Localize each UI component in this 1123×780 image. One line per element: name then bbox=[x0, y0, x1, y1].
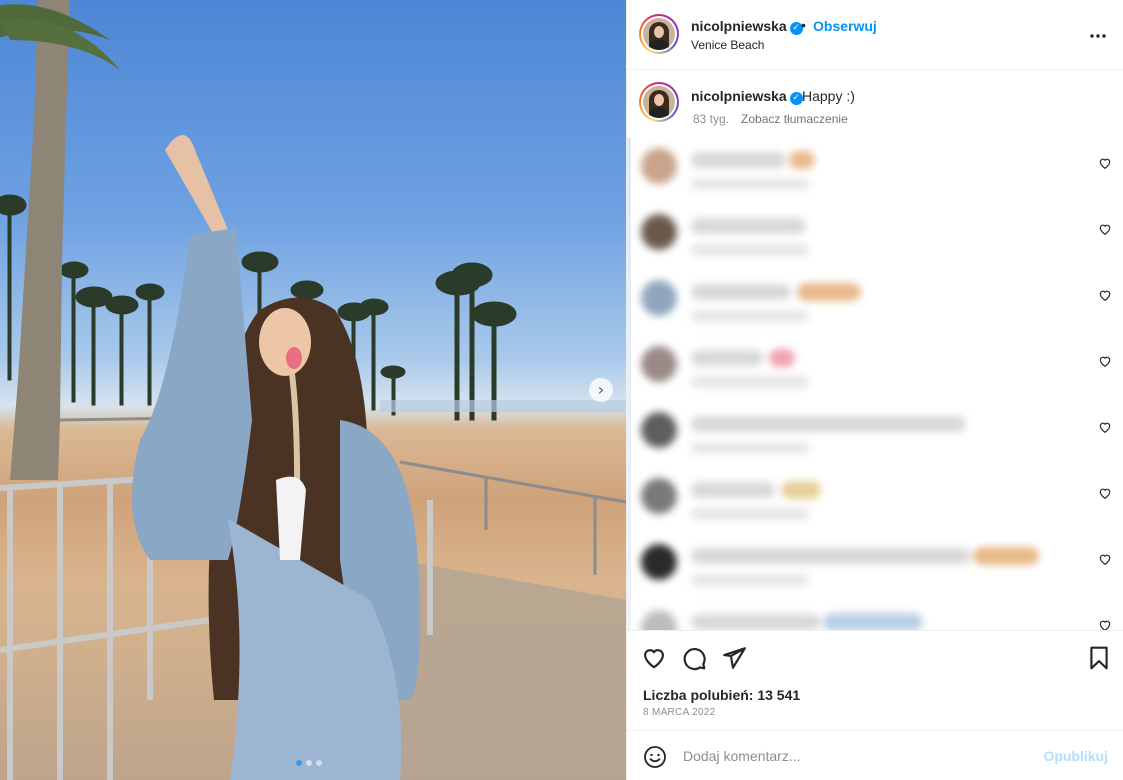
comment-text-blurred bbox=[691, 284, 791, 300]
see-translation-link[interactable]: Zobacz tłumaczenie bbox=[741, 112, 848, 126]
chevron-right-icon: › bbox=[597, 380, 605, 399]
share-icon[interactable] bbox=[721, 645, 747, 671]
more-horizontal-icon bbox=[1090, 34, 1106, 38]
verified-badge-icon: ✓ bbox=[789, 92, 803, 105]
comment-like-heart-icon[interactable] bbox=[1098, 618, 1112, 630]
comment-meta-blurred bbox=[691, 574, 809, 586]
carousel-dot bbox=[316, 760, 322, 766]
comment-item bbox=[627, 270, 1123, 336]
comment-like-heart-icon[interactable] bbox=[1098, 420, 1112, 434]
comment-text-blurred bbox=[691, 482, 775, 498]
carousel-dot bbox=[306, 760, 312, 766]
publish-button[interactable]: Opublikuj bbox=[1043, 748, 1108, 764]
bookmark-icon[interactable] bbox=[1086, 645, 1112, 671]
likes-count[interactable]: Liczba polubień: 13 541 bbox=[643, 687, 800, 703]
smiley-icon[interactable] bbox=[643, 745, 667, 769]
comment-text-blurred bbox=[691, 416, 966, 432]
post-caption: nicolpniewska ✓ Happy :) 83 tyg. Zobacz tł… bbox=[627, 70, 1123, 138]
comments-list[interactable] bbox=[627, 138, 1123, 630]
heart-icon[interactable] bbox=[641, 645, 667, 671]
author-avatar[interactable] bbox=[639, 14, 679, 54]
comment-text-blurred bbox=[691, 350, 763, 366]
comment-item bbox=[627, 138, 1123, 204]
comment-avatar[interactable] bbox=[641, 610, 677, 630]
post-photo[interactable]: › bbox=[0, 0, 626, 780]
caption-avatar[interactable] bbox=[639, 82, 679, 122]
caption-text: Happy :) bbox=[802, 88, 855, 104]
author-username-text[interactable]: nicolpniewska bbox=[691, 18, 787, 34]
post-location[interactable]: Venice Beach bbox=[691, 38, 764, 52]
comment-item bbox=[627, 336, 1123, 402]
header-separator: • bbox=[801, 17, 806, 33]
comment-avatar[interactable] bbox=[641, 544, 677, 580]
author-username[interactable]: nicolpniewska ✓ bbox=[691, 18, 803, 35]
post-header: nicolpniewska ✓ • Obserwuj Venice Beach bbox=[627, 0, 1123, 70]
more-options-icon[interactable] bbox=[1090, 22, 1106, 43]
follow-button[interactable]: Obserwuj bbox=[813, 18, 877, 34]
comment-avatar[interactable] bbox=[641, 280, 677, 316]
comment-avatar[interactable] bbox=[641, 148, 677, 184]
comment-text-blurred bbox=[691, 152, 786, 168]
comment-meta-blurred bbox=[691, 178, 809, 190]
comment-like-heart-icon[interactable] bbox=[1098, 156, 1112, 170]
caption-username[interactable]: nicolpniewska ✓ bbox=[691, 88, 803, 105]
post-sidebar: nicolpniewska ✓ • Obserwuj Venice Beach n… bbox=[626, 0, 1123, 780]
comment-like-heart-icon[interactable] bbox=[1098, 222, 1112, 236]
comment-emoji-blurred bbox=[973, 547, 1039, 565]
comment-emoji-blurred bbox=[781, 481, 821, 499]
add-comment-bar: Opublikuj bbox=[627, 730, 1123, 780]
caption-meta: 83 tyg. Zobacz tłumaczenie bbox=[693, 112, 848, 126]
comment-like-heart-icon[interactable] bbox=[1098, 354, 1112, 368]
comment-meta-blurred bbox=[691, 310, 809, 322]
post-actions: Liczba polubień: 13 541 8 MARCA 2022 bbox=[627, 630, 1123, 730]
post-date[interactable]: 8 MARCA 2022 bbox=[643, 707, 716, 718]
comment-avatar[interactable] bbox=[641, 346, 677, 382]
comment-item bbox=[627, 534, 1123, 600]
comment-text-blurred bbox=[691, 614, 821, 630]
comment-avatar[interactable] bbox=[641, 412, 677, 448]
comment-meta-blurred bbox=[691, 442, 809, 454]
comment-item bbox=[627, 600, 1123, 630]
comment-meta-blurred bbox=[691, 376, 809, 388]
comment-like-heart-icon[interactable] bbox=[1098, 486, 1112, 500]
comment-avatar[interactable] bbox=[641, 214, 677, 250]
comment-item bbox=[627, 402, 1123, 468]
comment-emoji-blurred bbox=[797, 283, 861, 301]
caption-age[interactable]: 83 tyg. bbox=[693, 112, 729, 126]
caption-username-text[interactable]: nicolpniewska bbox=[691, 88, 787, 104]
comment-like-heart-icon[interactable] bbox=[1098, 552, 1112, 566]
comment-text-blurred bbox=[691, 548, 971, 564]
comment-meta-blurred bbox=[691, 508, 809, 520]
comment-like-heart-icon[interactable] bbox=[1098, 288, 1112, 302]
comment-item bbox=[627, 204, 1123, 270]
comment-emoji-blurred bbox=[789, 151, 815, 169]
comment-input[interactable] bbox=[683, 743, 1033, 769]
carousel-indicator bbox=[296, 760, 322, 766]
comment-avatar[interactable] bbox=[641, 478, 677, 514]
comment-emoji-blurred bbox=[823, 613, 923, 630]
comment-icon[interactable] bbox=[681, 645, 707, 671]
comment-item bbox=[627, 468, 1123, 534]
carousel-next-button[interactable]: › bbox=[589, 378, 613, 402]
comment-text-blurred bbox=[691, 218, 806, 234]
photo-scene bbox=[0, 0, 626, 780]
carousel-dot bbox=[296, 760, 302, 766]
comment-emoji-blurred bbox=[769, 349, 795, 367]
comment-meta-blurred bbox=[691, 244, 809, 256]
